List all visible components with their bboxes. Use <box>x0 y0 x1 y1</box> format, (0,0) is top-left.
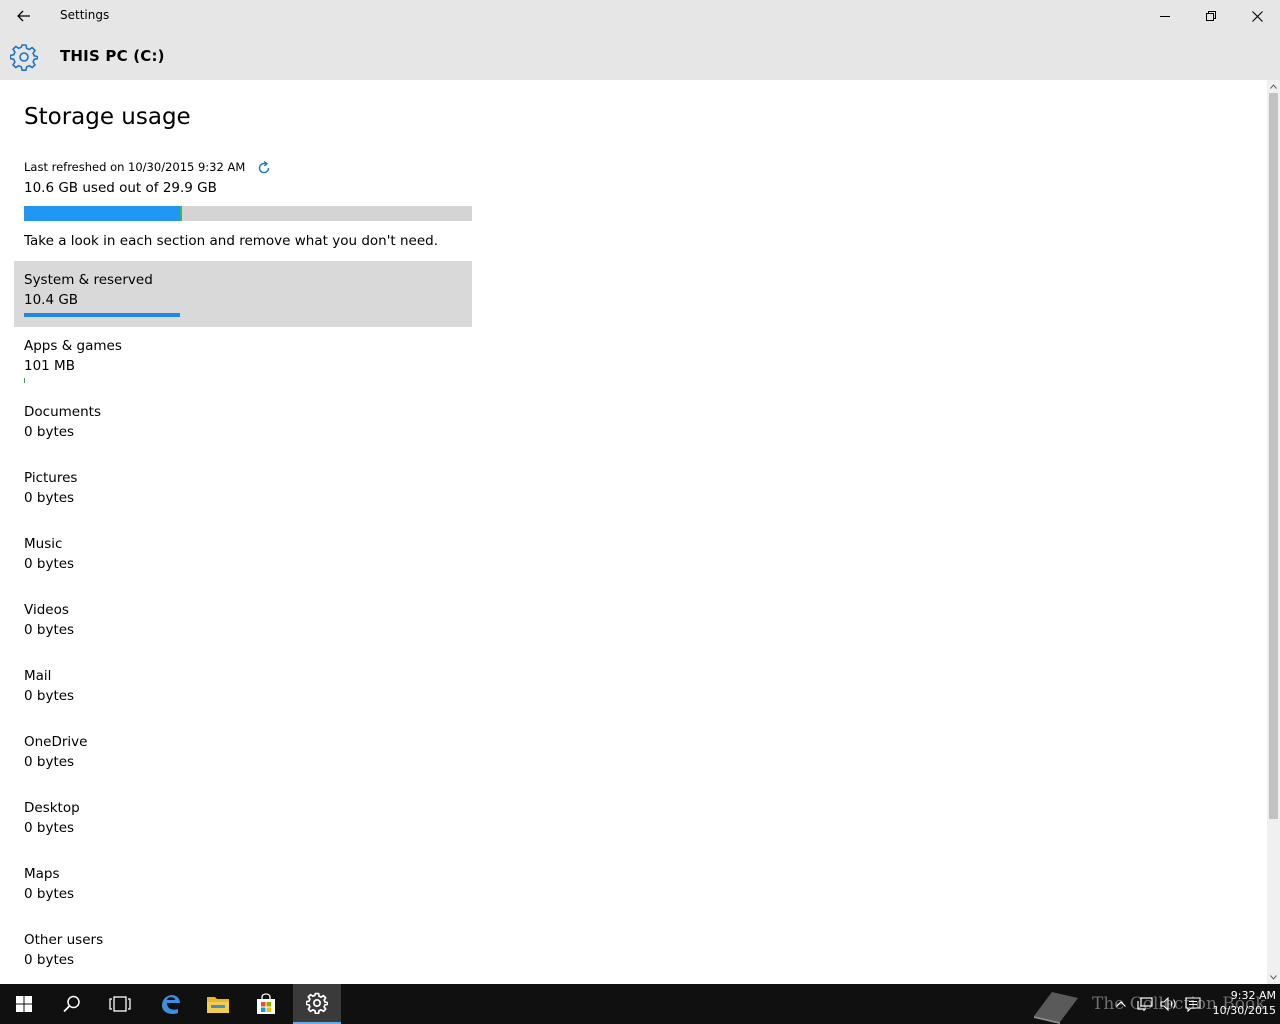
total-usage-fill <box>24 206 180 221</box>
restore-button[interactable] <box>1188 0 1234 32</box>
page-title: Storage usage <box>24 104 191 130</box>
settings-gear-icon <box>306 992 328 1014</box>
category-name: Other users <box>24 932 104 948</box>
used-summary: 10.6 GB used out of 29.9 GB <box>24 180 217 196</box>
category-name: Maps <box>24 866 60 882</box>
task-view-button[interactable] <box>96 984 144 1024</box>
category-name: Documents <box>24 404 101 420</box>
category-name: Desktop <box>24 800 80 816</box>
store-button[interactable] <box>242 984 290 1024</box>
category-size: 0 bytes <box>24 688 75 704</box>
category-name: Videos <box>24 602 69 618</box>
speaker-icon <box>1160 997 1176 1011</box>
restore-icon <box>1206 11 1216 21</box>
minimize-icon <box>1160 16 1170 17</box>
category-name: OneDrive <box>24 734 88 750</box>
clock-date: 10/30/2015 <box>1212 1004 1276 1017</box>
category-usage-bar <box>24 313 180 317</box>
category-size: 0 bytes <box>24 490 75 506</box>
back-button[interactable] <box>8 0 40 32</box>
storage-category-item[interactable]: OneDrive 0 bytes <box>14 723 472 789</box>
close-button[interactable] <box>1234 0 1280 32</box>
drive-title: THIS PC (C:) <box>60 47 165 65</box>
windows-logo-icon <box>16 996 32 1012</box>
chevron-up-icon <box>1116 1001 1126 1007</box>
storage-category-item[interactable]: Maps 0 bytes <box>14 855 472 921</box>
category-size: 0 bytes <box>24 820 75 836</box>
category-name: Mail <box>24 668 52 684</box>
scroll-down-icon <box>1270 975 1277 980</box>
show-hidden-icons-button[interactable] <box>1112 984 1130 1024</box>
category-name: Apps & games <box>24 338 122 354</box>
action-center-button[interactable] <box>1182 984 1204 1024</box>
edge-browser-icon <box>162 995 180 1015</box>
storage-category-item[interactable]: Apps & games 101 MB <box>14 327 472 393</box>
task-view-icon <box>109 996 131 1012</box>
file-explorer-button[interactable] <box>194 984 242 1024</box>
store-icon <box>257 993 275 1014</box>
clock[interactable]: 9:32 AM 10/30/2015 <box>1206 988 1276 1018</box>
notification-icon <box>1185 996 1201 1012</box>
category-size: 0 bytes <box>24 952 75 968</box>
category-name: System & reserved <box>24 272 153 288</box>
storage-category-item[interactable]: Mail 0 bytes <box>14 657 472 723</box>
category-size: 0 bytes <box>24 754 75 770</box>
back-arrow-icon <box>17 10 30 22</box>
apps-usage-marker <box>179 206 182 221</box>
storage-category-item[interactable]: Documents 0 bytes <box>14 393 472 459</box>
settings-taskbar-button[interactable] <box>293 984 341 1024</box>
storage-category-item[interactable]: Music 0 bytes <box>14 525 472 591</box>
storage-category-item[interactable]: Desktop 0 bytes <box>14 789 472 855</box>
book-logo-icon <box>1034 992 1078 1024</box>
taskbar: The Collection Book 9:32 AM 10/30/2015 <box>0 984 1280 1024</box>
scrollbar-thumb[interactable] <box>1269 93 1278 819</box>
storage-category-item[interactable]: System & reserved 10.4 GB <box>14 261 472 327</box>
scroll-up-button[interactable] <box>1267 80 1280 93</box>
page-header: THIS PC (C:) <box>0 32 1280 80</box>
category-size: 10.4 GB <box>24 292 79 308</box>
category-size: 0 bytes <box>24 556 75 572</box>
network-icon <box>1137 997 1153 1011</box>
storage-category-item[interactable]: Pictures 0 bytes <box>14 459 472 525</box>
vertical-scrollbar[interactable] <box>1267 80 1280 984</box>
category-size: 0 bytes <box>24 622 75 638</box>
refresh-row: Last refreshed on 10/30/2015 9:32 AM <box>24 158 271 175</box>
hint-text: Take a look in each section and remove w… <box>24 233 439 249</box>
category-size: 0 bytes <box>24 424 75 440</box>
volume-button[interactable] <box>1158 984 1180 1024</box>
refresh-icon[interactable] <box>257 161 271 175</box>
storage-category-item[interactable]: Other users 0 bytes <box>14 921 472 984</box>
edge-button[interactable] <box>146 984 194 1024</box>
last-refreshed-text: Last refreshed on 10/30/2015 9:32 AM <box>24 159 246 174</box>
network-button[interactable] <box>1134 984 1156 1024</box>
clock-time: 9:32 AM <box>1230 989 1276 1002</box>
category-name: Pictures <box>24 470 78 486</box>
total-usage-bar <box>24 206 472 221</box>
start-button[interactable] <box>0 984 48 1024</box>
minimize-button[interactable] <box>1142 0 1188 32</box>
category-name: Music <box>24 536 63 552</box>
category-size: 101 MB <box>24 358 75 374</box>
storage-category-item[interactable]: Videos 0 bytes <box>14 591 472 657</box>
search-icon <box>63 995 80 1013</box>
category-usage-bar <box>24 378 25 383</box>
window-title: Settings <box>60 8 110 22</box>
scroll-down-button[interactable] <box>1267 971 1280 984</box>
gear-icon <box>10 44 38 71</box>
folder-icon <box>207 997 229 1013</box>
close-icon <box>1251 10 1263 22</box>
storage-content: Storage usage Last refreshed on 10/30/20… <box>0 80 1267 984</box>
search-button[interactable] <box>48 984 96 1024</box>
title-bar: Settings <box>0 0 1280 32</box>
scroll-up-icon <box>1270 84 1277 89</box>
category-size: 0 bytes <box>24 886 75 902</box>
